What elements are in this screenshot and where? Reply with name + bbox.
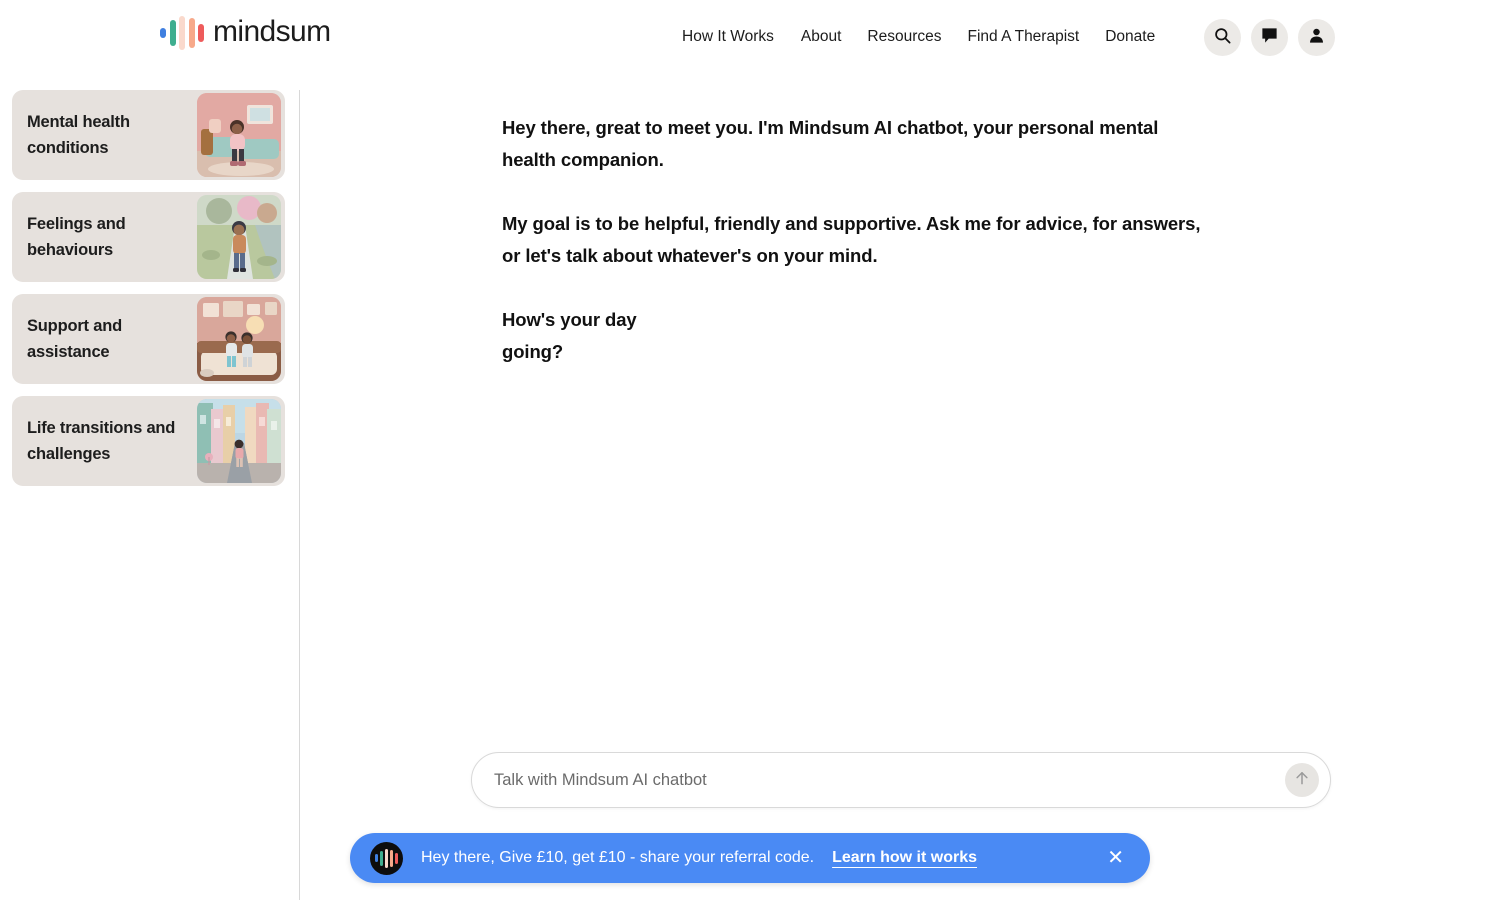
brand-name: mindsum: [213, 15, 331, 48]
send-message-button[interactable]: [1285, 763, 1319, 797]
chat-paragraph-1: Hey there, great to meet you. I'm Mindsu…: [502, 117, 1159, 170]
logo-bar-0: [160, 28, 166, 38]
chat-paragraph-spacer: [502, 176, 1202, 208]
user-account-icon: [1307, 26, 1326, 50]
logo-bar-3: [188, 18, 195, 48]
topic-card-feelings-and-behaviours[interactable]: Feelings and behaviours: [12, 192, 285, 282]
logo-bars-icon: [160, 16, 204, 50]
chat-button[interactable]: [1251, 19, 1288, 56]
nav-find-a-therapist[interactable]: Find A Therapist: [967, 26, 1105, 48]
topic-thumbnail-life-transitions-and-challenges: [197, 399, 281, 483]
search-button[interactable]: [1204, 19, 1241, 56]
site-header: mindsum How It Works About Resources Fin…: [0, 0, 1500, 75]
topic-card-label: Mental health conditions: [27, 112, 130, 157]
promo-close-button[interactable]: ✕: [1099, 844, 1132, 872]
nav-how-it-works[interactable]: How It Works: [682, 26, 801, 48]
topic-card-life-transitions-and-challenges[interactable]: Life transitions and challenges: [12, 396, 285, 486]
chat-paragraph-spacer-2: [502, 272, 1202, 304]
chatbot-welcome-message: Hey there, great to meet you. I'm Mindsu…: [502, 112, 1202, 368]
nav-donate[interactable]: Donate: [1105, 26, 1155, 48]
topic-card-label: Life transitions and challenges: [27, 418, 176, 463]
chat-bubble-icon: [1260, 26, 1279, 50]
promo-logo-bar-2: [384, 848, 389, 868]
chat-paragraph-4: going?: [502, 341, 564, 362]
chat-paragraph-2: My goal is to be helpful, friendly and s…: [502, 213, 1201, 266]
chat-composer: [471, 752, 1331, 808]
promo-learn-how-it-works-link[interactable]: Learn how it works: [832, 849, 977, 867]
topic-thumbnail-support-and-assistance: [197, 297, 281, 381]
chat-input[interactable]: [472, 770, 1285, 790]
chat-main: Hey there, great to meet you. I'm Mindsu…: [301, 90, 1500, 900]
nav-resources[interactable]: Resources: [867, 26, 967, 48]
topic-card-label: Support and assistance: [27, 316, 122, 361]
brand-logo[interactable]: mindsum: [160, 16, 331, 50]
page-root: mindsum How It Works About Resources Fin…: [0, 0, 1500, 900]
topic-card-support-and-assistance[interactable]: Support and assistance: [12, 294, 285, 384]
promo-brand-logo-icon: [370, 841, 403, 875]
search-icon: [1213, 26, 1232, 50]
promo-logo-bar-1: [379, 850, 383, 866]
promo-logo-bar-3: [390, 849, 394, 867]
logo-bar-1: [169, 20, 176, 46]
arrow-up-icon: [1293, 769, 1311, 792]
logo-bar-4: [198, 24, 204, 42]
promo-message: Hey there, Give £10, get £10 - share you…: [421, 849, 815, 866]
main-navigation: How It Works About Resources Find A Ther…: [682, 26, 1155, 48]
promo-logo-bar-0: [374, 854, 378, 862]
promo-logo-bar-4: [395, 852, 399, 864]
topic-thumbnail-mental-health-conditions: [197, 93, 281, 177]
topic-thumbnail-feelings-and-behaviours: [197, 195, 281, 279]
referral-promo-banner: Hey there, Give £10, get £10 - share you…: [350, 833, 1150, 883]
topic-card-mental-health-conditions[interactable]: Mental health conditions: [12, 90, 285, 180]
logo-bar-2: [179, 16, 185, 50]
topic-card-list: Mental health conditions Feelings and be…: [0, 90, 299, 486]
account-button[interactable]: [1298, 19, 1335, 56]
header-action-buttons: [1204, 19, 1335, 56]
chat-paragraph-3: How's your day: [502, 309, 637, 330]
topic-sidebar: Mental health conditions Feelings and be…: [0, 90, 300, 900]
topic-card-label: Feelings and behaviours: [27, 214, 126, 259]
nav-about[interactable]: About: [801, 26, 868, 48]
